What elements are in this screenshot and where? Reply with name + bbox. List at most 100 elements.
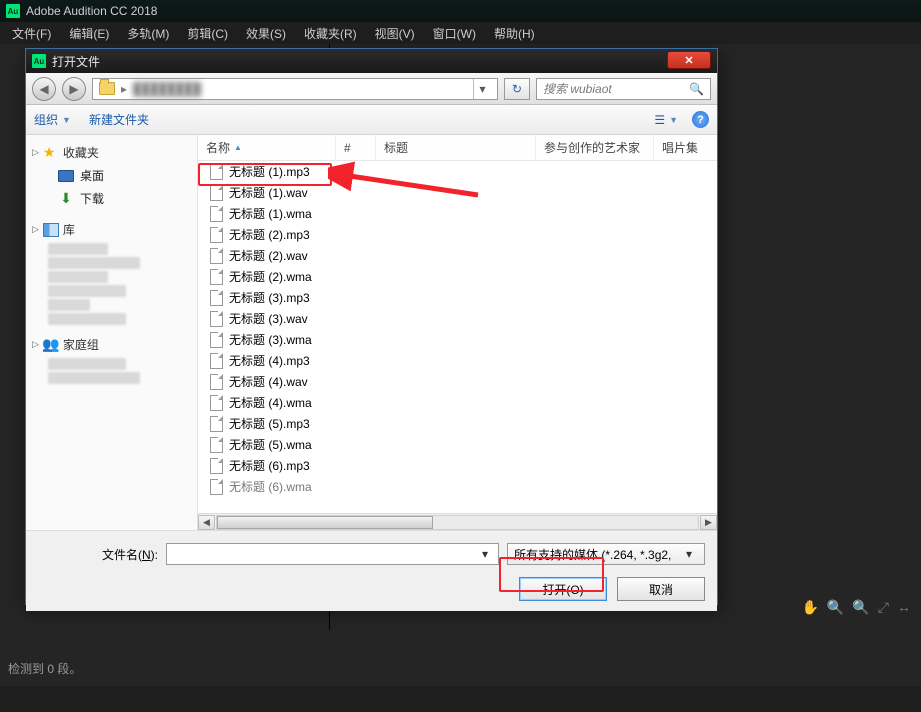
file-row[interactable]: 无标题 (3).mp3 bbox=[198, 287, 717, 308]
filter-dropdown-icon[interactable]: ▾ bbox=[680, 544, 698, 564]
file-row[interactable]: 无标题 (1).mp3 bbox=[198, 161, 717, 182]
col-title[interactable]: 标题 bbox=[376, 135, 536, 160]
view-mode-button[interactable]: ☰ ▼ bbox=[654, 113, 678, 127]
app-title: Adobe Audition CC 2018 bbox=[26, 4, 157, 18]
file-row[interactable]: 无标题 (6).mp3 bbox=[198, 455, 717, 476]
file-name: 无标题 (2).wav bbox=[229, 247, 308, 264]
file-icon bbox=[210, 248, 223, 264]
close-button[interactable]: ✕ bbox=[667, 51, 711, 69]
scroll-track[interactable] bbox=[216, 515, 699, 530]
col-name[interactable]: 名称 ▲ bbox=[198, 135, 336, 160]
file-icon bbox=[210, 416, 223, 432]
blurred-item bbox=[48, 257, 140, 269]
file-name: 无标题 (6).wma bbox=[229, 478, 312, 495]
scroll-thumb[interactable] bbox=[217, 516, 433, 529]
star-icon: ★ bbox=[43, 145, 59, 161]
file-icon bbox=[210, 290, 223, 306]
file-icon bbox=[210, 206, 223, 222]
sidebar-homegroup-label: 家庭组 bbox=[63, 336, 99, 353]
col-number[interactable]: # bbox=[336, 135, 376, 160]
open-button[interactable]: 打开(O) bbox=[519, 577, 607, 601]
menu-view[interactable]: 视图(V) bbox=[367, 23, 423, 44]
folder-icon bbox=[99, 82, 115, 95]
menu-multitrack[interactable]: 多轨(M) bbox=[119, 23, 177, 44]
filename-label-accel: N bbox=[142, 548, 151, 562]
file-type-filter[interactable]: 所有支持的媒体 (*.264, *.3g2, ▾ bbox=[507, 543, 705, 565]
file-row[interactable]: 无标题 (6).wma bbox=[198, 476, 717, 497]
hand-tool-icon[interactable]: ✋ bbox=[801, 599, 818, 616]
file-icon bbox=[210, 437, 223, 453]
dialog-nav-row: ◀ ▶ ▸ ████████ ▾ ↻ 搜索 wubiaot 🔍 bbox=[26, 73, 717, 105]
sidebar-favorites[interactable]: ▷ ★ 收藏夹 bbox=[26, 141, 197, 164]
address-dropdown-icon[interactable]: ▾ bbox=[473, 79, 491, 99]
file-row[interactable]: 无标题 (5).wma bbox=[198, 434, 717, 455]
blurred-item bbox=[48, 358, 126, 370]
file-row[interactable]: 无标题 (4).wav bbox=[198, 371, 717, 392]
menu-file[interactable]: 文件(F) bbox=[4, 23, 59, 44]
file-row[interactable]: 无标题 (3).wav bbox=[198, 308, 717, 329]
file-row[interactable]: 无标题 (2).wma bbox=[198, 266, 717, 287]
file-list[interactable]: 无标题 (1).mp3无标题 (1).wav无标题 (1).wma无标题 (2)… bbox=[198, 161, 717, 513]
col-artist[interactable]: 参与创作的艺术家 bbox=[536, 135, 654, 160]
scroll-left-button[interactable]: ◀ bbox=[198, 515, 215, 530]
sidebar-libraries-label: 库 bbox=[63, 221, 75, 238]
sidebar-homegroup[interactable]: ▷ 👥 家庭组 bbox=[26, 333, 197, 356]
file-row[interactable]: 无标题 (2).wav bbox=[198, 245, 717, 266]
forward-button[interactable]: ▶ bbox=[62, 77, 86, 101]
file-row[interactable]: 无标题 (1).wav bbox=[198, 182, 717, 203]
file-icon bbox=[210, 227, 223, 243]
file-row[interactable]: 无标题 (4).wma bbox=[198, 392, 717, 413]
file-row[interactable]: 无标题 (3).wma bbox=[198, 329, 717, 350]
file-row[interactable]: 无标题 (5).mp3 bbox=[198, 413, 717, 434]
file-row[interactable]: 无标题 (2).mp3 bbox=[198, 224, 717, 245]
zoom-in-icon[interactable]: 🔍 bbox=[827, 599, 844, 616]
sidebar-libraries[interactable]: ▷ 库 bbox=[26, 218, 197, 241]
menu-window[interactable]: 窗口(W) bbox=[425, 23, 484, 44]
back-button[interactable]: ◀ bbox=[32, 77, 56, 101]
col-name-label: 名称 bbox=[206, 139, 230, 156]
scroll-right-button[interactable]: ▶ bbox=[700, 515, 717, 530]
dialog-body: ▷ ★ 收藏夹 桌面 ⬇ 下载 ▷ bbox=[26, 135, 717, 530]
col-album[interactable]: 唱片集 bbox=[654, 135, 717, 160]
file-name: 无标题 (1).mp3 bbox=[229, 163, 310, 180]
zoom-out-icon[interactable]: 🔍 bbox=[852, 599, 869, 616]
menu-edit[interactable]: 编辑(E) bbox=[61, 23, 117, 44]
sidebar-desktop[interactable]: 桌面 bbox=[26, 164, 197, 187]
organize-menu[interactable]: 组织 bbox=[34, 111, 58, 128]
filename-label-post: ): bbox=[151, 548, 158, 562]
desktop-icon bbox=[58, 170, 74, 182]
audition-window: Au Adobe Audition CC 2018 文件(F) 编辑(E) 多轨… bbox=[0, 0, 921, 712]
help-button[interactable]: ? bbox=[692, 111, 709, 128]
menu-favorites[interactable]: 收藏夹(R) bbox=[296, 23, 365, 44]
blurred-item bbox=[48, 372, 140, 384]
view-list-icon: ☰ bbox=[654, 113, 665, 127]
search-input[interactable]: 搜索 wubiaot 🔍 bbox=[536, 78, 711, 100]
horizontal-scrollbar[interactable]: ◀ ▶ bbox=[198, 513, 717, 530]
dialog-title-bar[interactable]: Au 打开文件 ✕ bbox=[26, 49, 717, 73]
download-icon: ⬇ bbox=[58, 192, 74, 206]
filename-dropdown-icon[interactable]: ▾ bbox=[476, 544, 494, 564]
zoom-fit-icon[interactable]: ↔ bbox=[897, 599, 911, 615]
blurred-item bbox=[48, 285, 126, 297]
filename-input[interactable]: ▾ bbox=[166, 543, 499, 565]
filename-label: 文件名(N): bbox=[38, 546, 158, 563]
dialog-toolbar: 组织 ▼ 新建文件夹 ☰ ▼ ? bbox=[26, 105, 717, 135]
file-row[interactable]: 无标题 (4).mp3 bbox=[198, 350, 717, 371]
file-name: 无标题 (1).wav bbox=[229, 184, 308, 201]
refresh-button[interactable]: ↻ bbox=[504, 78, 530, 100]
menu-help[interactable]: 帮助(H) bbox=[486, 23, 543, 44]
new-folder-button[interactable]: 新建文件夹 bbox=[89, 111, 149, 128]
cancel-button[interactable]: 取消 bbox=[617, 577, 705, 601]
menu-effects[interactable]: 效果(S) bbox=[238, 23, 294, 44]
organize-dropdown-icon[interactable]: ▼ bbox=[62, 115, 71, 125]
file-row[interactable]: 无标题 (1).wma bbox=[198, 203, 717, 224]
dialog-app-icon: Au bbox=[32, 54, 46, 68]
address-bar[interactable]: ▸ ████████ ▾ bbox=[92, 78, 498, 100]
blurred-item bbox=[48, 243, 108, 255]
sidebar-downloads[interactable]: ⬇ 下载 bbox=[26, 187, 197, 210]
file-icon bbox=[210, 479, 223, 495]
menu-clip[interactable]: 剪辑(C) bbox=[179, 23, 236, 44]
zoom-full-icon[interactable]: ⤢ bbox=[878, 599, 889, 616]
address-path: ████████ bbox=[133, 82, 201, 96]
file-pane: 名称 ▲ # 标题 参与创作的艺术家 唱片集 无标题 (1).mp3 无标题 (1… bbox=[198, 135, 717, 530]
